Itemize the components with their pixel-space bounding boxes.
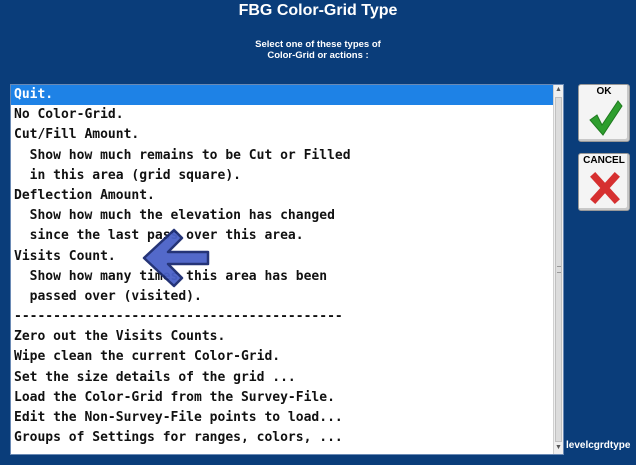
list-item[interactable]: Load the Color-Grid from the Survey-File… [11, 388, 554, 408]
ok-button-label: OK [596, 86, 612, 97]
list-item[interactable]: Show how much remains to be Cut or Fille… [11, 146, 554, 166]
pointer-arrow-icon [142, 228, 210, 288]
subtitle-line-2: Color-Grid or actions : [267, 50, 369, 61]
list-item[interactable]: Cut/Fill Amount. [11, 125, 554, 145]
list-item[interactable]: Show how much the elevation has changed [11, 206, 554, 226]
footer-label: levelcgrdtype [566, 440, 631, 451]
x-mark-icon [590, 172, 620, 204]
list-item[interactable]: Visits Count. [11, 247, 554, 267]
scrollbar-grip-icon [557, 266, 561, 273]
options-list-items: Quit. No Color-Grid. Cut/Fill Amount. Show… [11, 85, 554, 454]
list-item[interactable]: Edit the Non-Survey-File points to load.… [11, 408, 554, 428]
vertical-scrollbar[interactable]: ▲ ▼ [553, 85, 563, 454]
options-list[interactable]: Quit. No Color-Grid. Cut/Fill Amount. Show… [10, 84, 564, 455]
scroll-down-icon[interactable]: ▼ [554, 443, 563, 453]
list-item[interactable]: Wipe clean the current Color-Grid. [11, 347, 554, 367]
scrollbar-thumb[interactable] [555, 97, 562, 442]
list-item[interactable]: Show how many times this area has been [11, 267, 554, 287]
list-item[interactable]: Quit. [11, 85, 554, 106]
dialog-subtitle: Select one of these types of Color-Grid … [0, 39, 636, 61]
list-item[interactable]: Groups of Settings for ranges, colors, .… [11, 428, 554, 448]
subtitle-line-1: Select one of these types of [255, 39, 381, 50]
list-item[interactable]: ----------------------------------------… [11, 307, 554, 327]
cancel-button[interactable]: CANCEL [578, 153, 630, 211]
cancel-button-label: CANCEL [583, 155, 625, 166]
checkmark-icon [589, 100, 623, 136]
list-item[interactable]: Set the size details of the grid ... [11, 368, 554, 388]
dialog-title: FBG Color-Grid Type [238, 2, 398, 19]
list-item[interactable]: in this area (grid square). [11, 166, 554, 186]
ok-button[interactable]: OK [578, 84, 630, 142]
list-item[interactable]: Zero out the Visits Counts. [11, 327, 554, 347]
list-item[interactable]: since the last pass over this area. [11, 226, 554, 246]
list-item[interactable]: Deflection Amount. [11, 186, 554, 206]
scroll-up-icon[interactable]: ▲ [554, 85, 563, 95]
list-item[interactable]: No Color-Grid. [11, 105, 554, 125]
list-item[interactable]: passed over (visited). [11, 287, 554, 307]
